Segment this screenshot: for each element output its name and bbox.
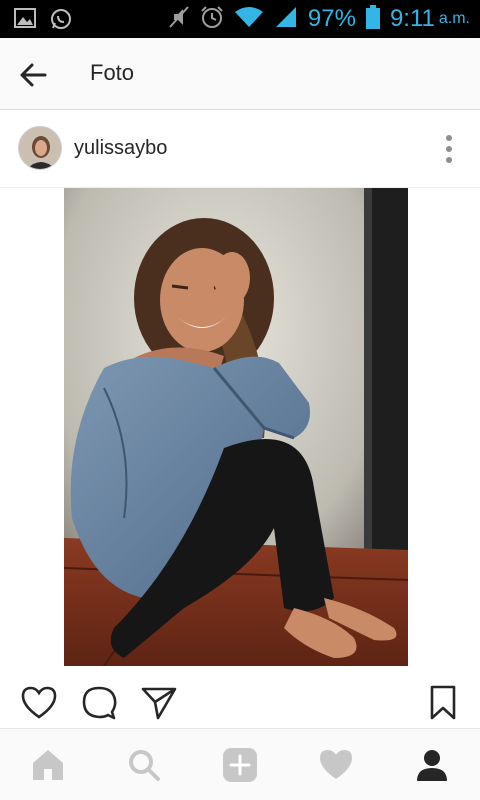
alarm-icon [200, 5, 224, 34]
gallery-icon [14, 8, 36, 35]
activity-icon[interactable] [318, 747, 354, 783]
bookmark-icon[interactable] [424, 684, 462, 722]
bottom-nav [0, 728, 480, 800]
clock-ampm: a.m. [438, 10, 470, 27]
mute-icon [168, 5, 190, 34]
share-icon[interactable] [140, 684, 178, 722]
app-bar: Foto [0, 38, 480, 110]
back-arrow-icon[interactable] [18, 60, 48, 90]
home-icon[interactable] [30, 747, 66, 783]
more-options-icon[interactable] [444, 134, 454, 164]
post-username[interactable]: yulissaybo [74, 137, 167, 160]
wifi-icon [234, 6, 264, 33]
battery-percent: 97% [307, 5, 356, 32]
status-bar: 97% 9:11 a.m. [0, 0, 480, 38]
comment-icon[interactable] [80, 684, 118, 722]
page-title: Foto [90, 60, 135, 85]
signal-icon [274, 5, 298, 34]
post-actions [0, 672, 480, 728]
post-photo[interactable] [64, 188, 408, 666]
whatsapp-icon [50, 8, 72, 35]
battery-icon [365, 4, 380, 34]
clock-time: 9:11 [389, 5, 435, 32]
heart-icon[interactable] [20, 684, 58, 722]
search-icon[interactable] [126, 747, 162, 783]
profile-icon[interactable] [414, 747, 450, 783]
add-icon[interactable] [222, 747, 258, 783]
post-header: yulissaybo [0, 110, 480, 188]
avatar[interactable] [18, 126, 62, 170]
